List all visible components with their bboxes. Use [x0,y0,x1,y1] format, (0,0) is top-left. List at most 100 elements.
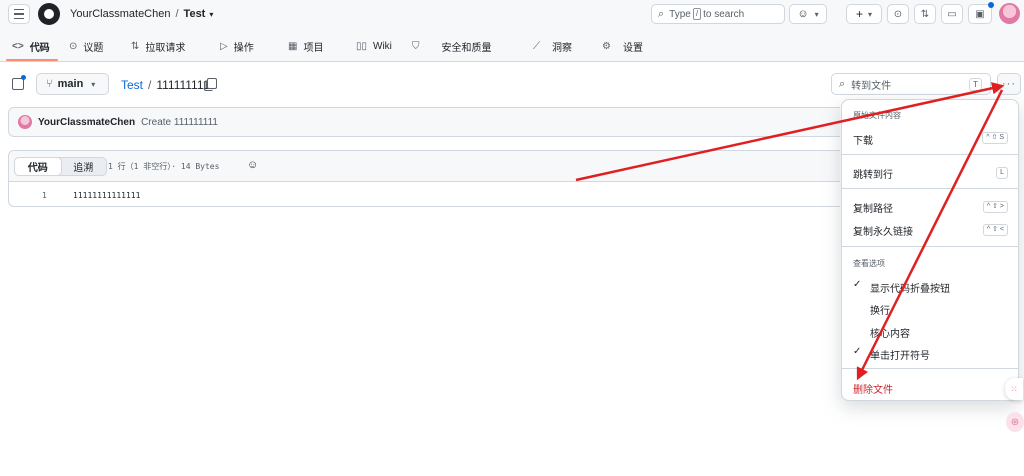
issues-button[interactable]: ⊙ [887,4,909,24]
menu-item-copy-path[interactable]: 复制路径 [853,200,893,215]
menu-item-wrap[interactable]: 换行 [870,302,890,317]
kebab-icon: ··· [1002,78,1016,90]
menu-divider [842,246,1018,247]
copilot-button[interactable]: ☺ ▾ [789,4,827,24]
pull-request-icon: ⇅ [131,40,140,52]
repositories-button[interactable]: ▭ [941,4,963,24]
github-logo-icon[interactable] [38,3,60,25]
tab-issues[interactable]: ⊙ 议题 [69,38,103,54]
tab-security[interactable]: ⛉ 安全和质量 [412,38,492,54]
tab-label: 拉取请求 [145,42,186,54]
file-header: 代码 追溯 1 行（1 非空行）· 14 Bytes ☺ [9,151,840,182]
go-to-file-input[interactable]: ⌕ 转到文件 T [831,73,991,95]
user-avatar[interactable] [999,3,1020,24]
side-panel-dot [21,75,26,80]
issue-icon: ⊙ [893,8,903,20]
global-search-input[interactable]: ⌕ Type / to search [651,4,785,24]
tab-label: 洞察 [552,42,572,54]
menu-item-show-fold[interactable]: 显示代码折叠按钮 [870,280,950,295]
file-path: Test / 111111111 [121,78,209,92]
tab-label: 操作 [233,42,254,54]
menu-item-jump-to-line[interactable]: 跳转到行 [853,166,893,181]
play-icon: ▷ [220,40,228,52]
global-header: YourClassmateChen / Test ▾ ⌕ Type / to sear… [0,0,1024,62]
search-icon: ⌕ [658,7,665,20]
download-shortcut: ^ ⇧ S [982,132,1008,144]
create-caret-icon: ▾ [868,9,873,19]
copy-path-icon[interactable] [204,78,217,91]
branch-selector[interactable]: ⑂ main ▾ [36,73,109,95]
menu-item-download[interactable]: 下载 [853,132,873,147]
table-icon: ▦ [288,40,298,52]
hamburger-menu-button[interactable] [8,4,30,24]
tab-label: 设置 [622,42,643,54]
plus-icon: + [855,7,863,21]
check-icon: ✓ [853,346,862,357]
create-new-button[interactable]: + ▾ [846,4,882,24]
path-separator: / [148,78,152,92]
header-row: YourClassmateChen / Test ▾ ⌕ Type / to sear… [0,0,1024,28]
line-number[interactable]: 1 [42,191,47,200]
more-options-menu: 原始文件内容 下载 ^ ⇧ S 跳转到行 L 复制路径 ^ ⇧ > 复制永久链接… [841,99,1019,401]
search-suffix: to search [703,8,745,20]
menu-item-open-symbol[interactable]: 单击打开符号 [870,347,930,362]
menu-group-raw: 原始文件内容 [853,111,901,120]
breadcrumb: YourClassmateChen / Test ▾ [70,8,213,20]
search-icon: ⌕ [839,77,846,90]
tab-insights[interactable]: ⟋ 洞察 [533,38,572,54]
blame-view-button[interactable]: 追溯 [61,158,107,175]
repo-nav: <> 代码 ⊙ 议题 ⇅ 拉取请求 ▷ 操作 ▦ 项目 ▯▯ Wiki ⛉ 安全和质量 ⟋ 洞察… [0,34,1024,62]
path-repo-link[interactable]: Test [121,78,143,92]
tab-label: Wiki [373,40,392,52]
commit-message[interactable]: Create 111111111 [141,117,218,128]
tab-label: 安全和质量 [441,42,492,54]
tab-label: 议题 [83,42,104,54]
file-info: 1 行（1 非空行）· 14 Bytes [108,162,220,171]
owner-link[interactable]: YourClassmateChen [70,8,170,20]
check-icon: ✓ [853,279,862,290]
tab-wiki[interactable]: ▯▯ Wiki [356,38,392,54]
notification-dot [988,2,994,8]
tab-actions[interactable]: ▷ 操作 [220,38,254,54]
tab-label: 项目 [303,42,324,54]
copy-permalink-shortcut: ^ ⇧ < [982,224,1008,236]
book-icon: ▯▯ [356,40,368,52]
active-tab-indicator [6,59,58,61]
go-to-file-placeholder: 转到文件 [851,80,892,92]
path-file-name: 111111111 [156,78,210,92]
inbox-icon: ▣ [975,8,985,20]
search-shortcut-key: / [692,8,702,20]
copilot-icon[interactable]: ☺ [247,159,258,171]
tab-settings[interactable]: ⚙ 设置 [602,38,643,54]
more-options-button[interactable]: ··· [997,73,1021,95]
floating-apps-icon[interactable]: ⁙ [1005,378,1023,400]
repo-icon: ▭ [947,8,957,20]
commit-author[interactable]: YourClassmateChen [38,117,135,128]
floating-assistant-icon[interactable]: ⊛ [1006,412,1024,432]
code-icon: <> [12,40,24,52]
tab-code[interactable]: <> 代码 [12,38,50,54]
menu-item-core-content[interactable]: 核心内容 [870,325,910,340]
menu-item-delete-file[interactable]: 删除文件 [853,381,893,396]
pull-requests-button[interactable]: ⇅ [914,4,936,24]
copilot-icon: ☺ [797,8,809,20]
repo-caret-icon[interactable]: ▾ [209,10,213,19]
copy-path-shortcut: ^ ⇧ > [982,201,1008,213]
latest-commit-bar: YourClassmateChen Create 111111111 [8,107,840,137]
commit-author-avatar[interactable] [18,115,32,129]
copilot-caret-icon: ▾ [814,9,819,19]
branch-name: main [57,78,84,90]
go-to-file-shortcut: T [969,78,982,91]
repo-link[interactable]: Test [184,8,206,20]
tab-projects[interactable]: ▦ 项目 [288,38,323,54]
code-line: 11111111111111 [73,191,141,200]
graph-icon: ⟋ [533,40,540,52]
menu-item-copy-permalink[interactable]: 复制永久链接 [853,223,913,238]
search-prefix: Type [669,8,691,20]
tab-pull-requests[interactable]: ⇅ 拉取请求 [131,38,185,54]
menu-divider [842,154,1018,155]
file-viewer: 代码 追溯 1 行（1 非空行）· 14 Bytes ☺ 1 111111111… [8,150,840,207]
tab-label: 代码 [29,42,50,54]
code-view-button[interactable]: 代码 [14,157,62,176]
gear-icon: ⚙ [602,40,611,52]
